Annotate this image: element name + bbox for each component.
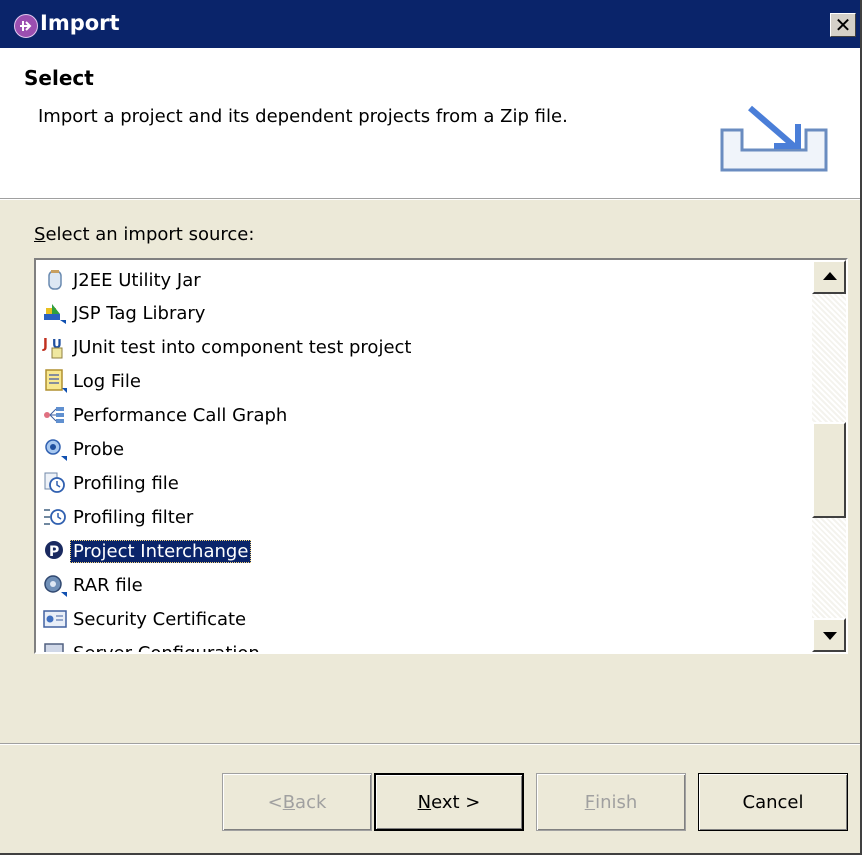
source-label-mnemonic: S (34, 224, 46, 245)
list-item[interactable]: RAR file (42, 569, 146, 601)
button-bar-divider (0, 743, 860, 745)
log-file-icon (42, 368, 68, 394)
back-button[interactable]: < Back (222, 773, 372, 831)
list-item-label: Project Interchange (70, 539, 252, 563)
vertical-scrollbar[interactable] (812, 260, 846, 652)
list-item[interactable]: Profiling file (42, 467, 182, 499)
scroll-up-button[interactable] (812, 260, 846, 294)
finish-button-mnemonic: F (584, 791, 596, 813)
list-item[interactable]: Profiling filter (42, 501, 196, 533)
jar-icon (42, 267, 68, 293)
next-button-mnemonic: N (417, 791, 432, 813)
scroll-down-button[interactable] (812, 618, 846, 652)
next-button[interactable]: Next > (374, 773, 524, 831)
list-item[interactable]: J2EE Utility Jar (42, 264, 204, 296)
rar-file-icon (42, 572, 68, 598)
list-item-label: JSP Tag Library (73, 302, 206, 324)
list-item-label: Probe (73, 438, 125, 460)
security-certificate-icon (42, 606, 68, 632)
finish-button[interactable]: Finish (536, 773, 686, 831)
list-item[interactable]: P Project Interchange (42, 535, 252, 567)
import-dialog: Import ✕ Select Import a project and its… (0, 0, 862, 855)
profiling-file-icon (42, 470, 68, 496)
list-item-label: Server Configuration (70, 642, 263, 653)
header-divider (0, 199, 860, 200)
import-source-list[interactable]: J2EE Utility Jar JSP Tag Library JU JUni… (34, 258, 848, 654)
back-button-prefix: < (267, 791, 283, 813)
title-bar[interactable]: Import ✕ (0, 0, 860, 48)
list-item[interactable]: Probe (42, 433, 127, 465)
import-app-icon (14, 14, 38, 38)
tag-library-icon (42, 300, 68, 326)
list-item-label: Security Certificate (73, 608, 247, 630)
list-item[interactable]: Server Configuration (42, 637, 263, 652)
list-item[interactable]: Security Certificate (42, 603, 249, 635)
page-description: Import a project and its dependent proje… (38, 106, 568, 127)
back-button-text: ack (295, 791, 327, 813)
arrow-up-icon (823, 272, 837, 280)
probe-icon (42, 436, 68, 462)
project-interchange-icon: P (42, 538, 68, 564)
list-item[interactable]: JU JUnit test into component test projec… (42, 331, 414, 363)
list-item[interactable]: JSP Tag Library (42, 297, 208, 329)
page-title: Select (24, 66, 94, 90)
source-label-text: elect an import source: (45, 224, 255, 245)
finish-button-text: inish (595, 791, 638, 813)
list-item-label: Profiling file (73, 472, 179, 494)
close-button[interactable]: ✕ (830, 13, 856, 37)
window-title: Import (40, 11, 120, 35)
import-wizard-icon (720, 104, 828, 176)
svg-text:J: J (42, 337, 48, 352)
list-viewport: J2EE Utility Jar JSP Tag Library JU JUni… (36, 260, 812, 652)
call-graph-icon (42, 402, 68, 428)
list-item-label: Log File (73, 370, 141, 392)
scrollbar-thumb[interactable] (812, 422, 846, 518)
import-source-label: Select an import source: (34, 224, 254, 245)
list-item-label: JUnit test into component test project (73, 336, 412, 358)
back-button-mnemonic: B (282, 791, 296, 813)
server-config-icon (42, 640, 68, 652)
cancel-button[interactable]: Cancel (698, 773, 848, 831)
junit-icon: JU (42, 334, 68, 360)
list-item[interactable]: Performance Call Graph (42, 399, 290, 431)
list-item-label: Profiling filter (73, 506, 194, 528)
wizard-header: Select Import a project and its dependen… (0, 48, 860, 199)
arrow-down-icon (823, 632, 837, 640)
list-item-label: J2EE Utility Jar (73, 269, 201, 291)
profiling-filter-icon (42, 504, 68, 530)
svg-text:P: P (49, 544, 59, 560)
list-item-label: RAR file (73, 574, 143, 596)
list-item-label: Performance Call Graph (73, 404, 288, 426)
next-button-text: ext > (431, 791, 481, 813)
list-item[interactable]: Log File (42, 365, 144, 397)
